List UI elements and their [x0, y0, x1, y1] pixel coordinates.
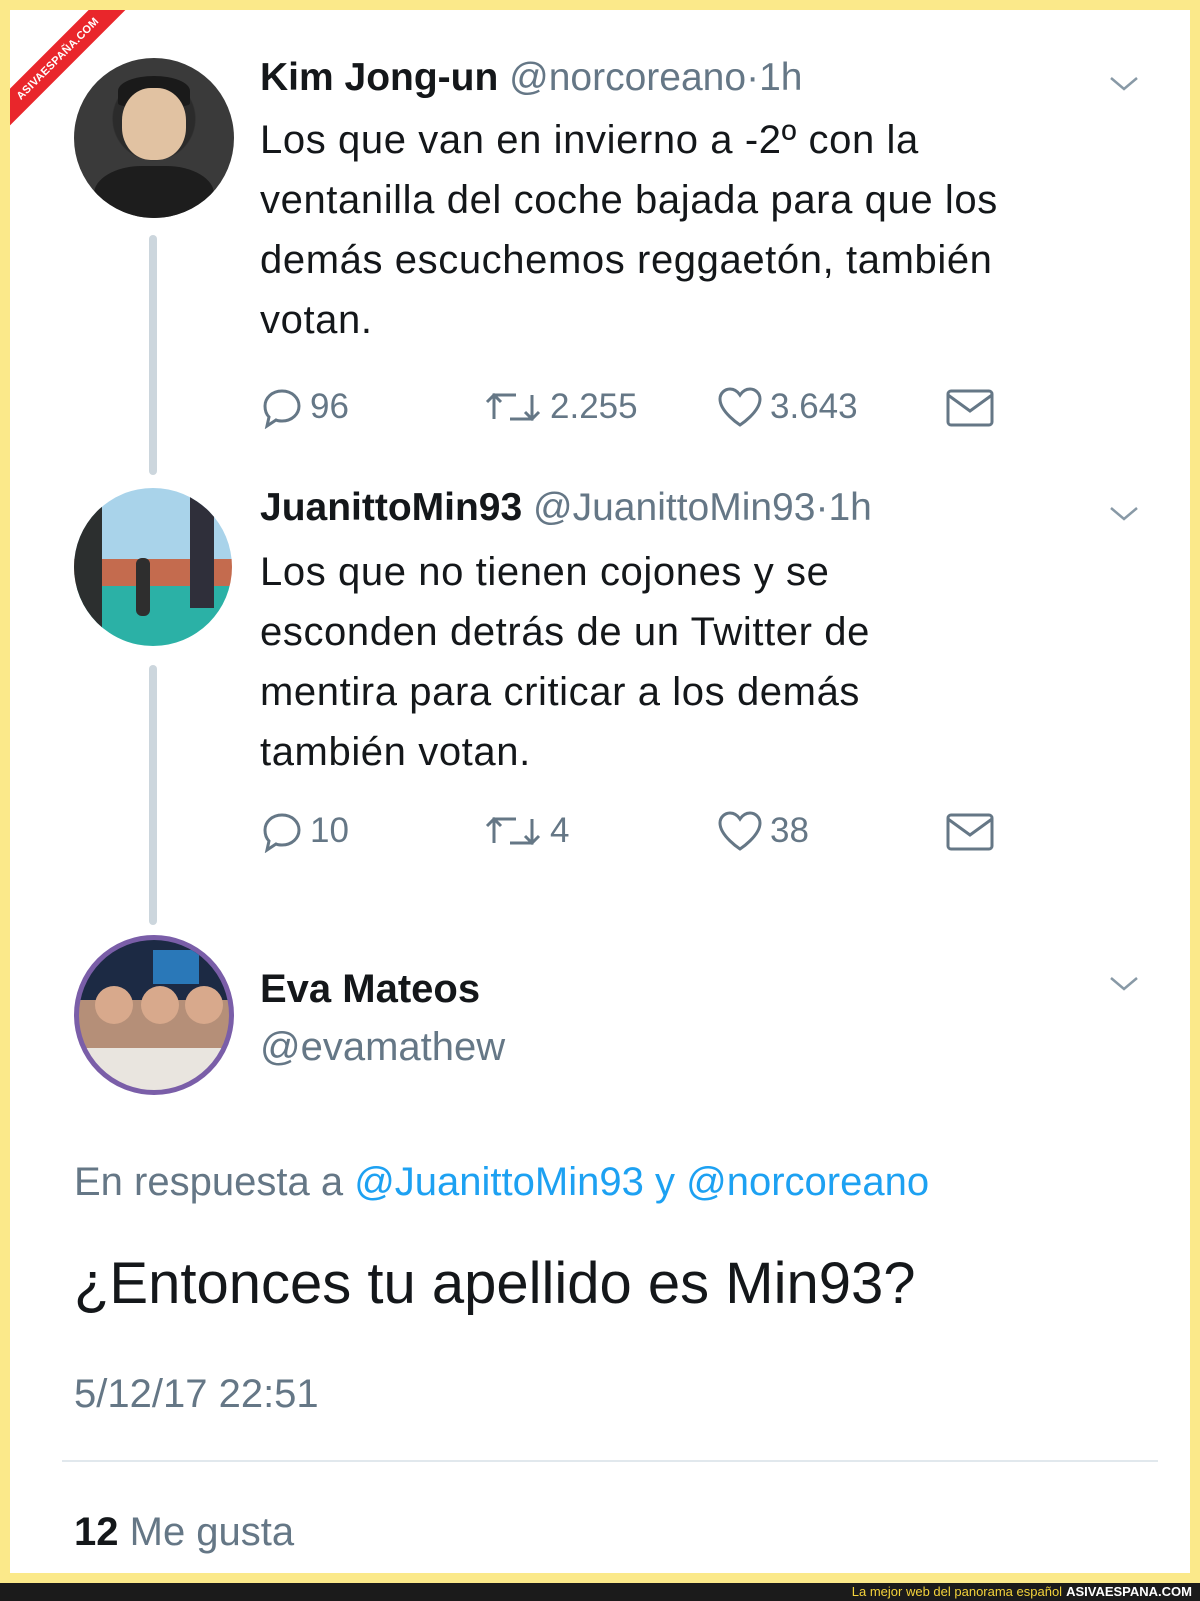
reply-button[interactable]: 10: [260, 806, 349, 856]
chevron-down-icon[interactable]: [1108, 502, 1138, 524]
retweet-icon: [485, 392, 541, 422]
chevron-down-icon[interactable]: [1108, 972, 1138, 994]
avatar-eva-mateos[interactable]: [74, 935, 234, 1095]
watermark-corner: ASIVAESPAÑA.COM: [10, 10, 160, 160]
footer-site-link[interactable]: ASIVAESPANA.COM: [1066, 1584, 1192, 1599]
tweet-2-header: JuanittoMin93 @JuanittoMin93·1h: [260, 486, 872, 529]
heart-icon: [718, 811, 762, 851]
tweet-2-author-name[interactable]: JuanittoMin93: [260, 486, 522, 529]
tweet-2-handle[interactable]: @JuanittoMin93: [533, 486, 815, 529]
mention-link[interactable]: @JuanittoMin93: [354, 1160, 644, 1204]
reply-icon: [263, 813, 301, 853]
message-icon: [946, 813, 994, 851]
tweet-2-time[interactable]: 1h: [828, 486, 871, 529]
chevron-down-icon[interactable]: [1108, 72, 1138, 94]
tweet-1-actions: 96 2.255 3.643: [260, 382, 1020, 432]
message-icon: [946, 389, 994, 427]
like-button[interactable]: 38: [716, 806, 809, 856]
reply-count: 10: [310, 811, 349, 850]
site-footer: La mejor web del panorama español ASIVAES…: [0, 1583, 1200, 1601]
heart-icon: [718, 387, 762, 427]
main-tweet-author-name[interactable]: Eva Mateos: [260, 967, 480, 1012]
reply-icon: [263, 389, 301, 429]
tweet-1-author-name[interactable]: Kim Jong-un: [260, 56, 498, 99]
thread-line: [149, 235, 157, 475]
like-button[interactable]: 3.643: [716, 382, 858, 432]
watermark-ribbon: ASIVAESPAÑA.COM: [10, 10, 145, 146]
mention-link[interactable]: @norcoreano: [686, 1160, 929, 1204]
reply-button[interactable]: 96: [260, 382, 349, 432]
retweet-count: 2.255: [550, 387, 638, 426]
avatar-juanittomin93[interactable]: [74, 488, 232, 646]
retweet-icon: [485, 816, 541, 846]
retweet-button[interactable]: 2.255: [482, 382, 638, 432]
like-count: 3.643: [770, 387, 858, 426]
tweet-1-header: Kim Jong-un @norcoreano·1h: [260, 56, 803, 99]
likes-label: Me gusta: [129, 1510, 295, 1554]
retweet-count: 4: [550, 811, 570, 850]
likes-count: 12: [74, 1510, 119, 1554]
main-tweet-text: ¿Entonces tu apellido es Min93?: [74, 1251, 916, 1316]
tweet-2-text: Los que no tienen cojones y se esconden …: [260, 550, 870, 774]
reply-context: En respuesta a @JuanittoMin93 y @norcore…: [74, 1160, 929, 1205]
footer-slogan: La mejor web del panorama español: [851, 1584, 1063, 1599]
tweet-1-text: Los que van en invierno a -2º con la ven…: [260, 118, 998, 342]
reply-prefix: En respuesta a: [74, 1160, 344, 1204]
retweet-button[interactable]: 4: [482, 806, 569, 856]
direct-message-button[interactable]: [944, 806, 1002, 856]
main-tweet-likes[interactable]: 12 Me gusta: [74, 1510, 294, 1555]
thread-line: [149, 665, 157, 925]
tweet-1-handle[interactable]: @norcoreano: [509, 56, 746, 99]
tweet-2-actions: 10 4 38: [260, 806, 1020, 856]
reply-joiner: y: [654, 1160, 675, 1204]
like-count: 38: [770, 811, 809, 850]
direct-message-button[interactable]: [944, 382, 1002, 432]
main-tweet-timestamp[interactable]: 5/12/17 22:51: [74, 1372, 319, 1417]
main-tweet-handle[interactable]: @evamathew: [260, 1025, 505, 1070]
tweet-1-time[interactable]: 1h: [759, 56, 802, 99]
reply-count: 96: [310, 387, 349, 426]
screenshot-frame: ASIVAESPAÑA.COM Kim Jong-un @norcoreano·…: [0, 0, 1200, 1583]
divider: [62, 1460, 1158, 1462]
